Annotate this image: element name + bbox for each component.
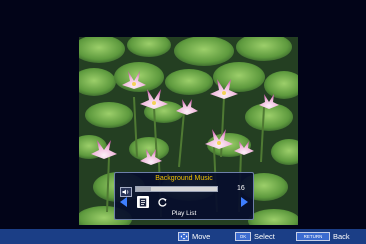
panel-title: Background Music bbox=[155, 175, 213, 182]
triangle-left-icon[interactable] bbox=[120, 197, 127, 207]
select-label: Select bbox=[254, 232, 275, 241]
background-music-panel: Background Music 16 Play List bbox=[114, 172, 254, 220]
select-hint: OK Select bbox=[235, 229, 275, 244]
return-key: RETURN bbox=[296, 232, 330, 241]
document-icon bbox=[139, 198, 147, 206]
back-label: Back bbox=[333, 232, 350, 241]
volume-value: 16 bbox=[237, 185, 245, 192]
play-list-button[interactable] bbox=[137, 196, 149, 208]
play-list-label: Play List bbox=[171, 210, 197, 217]
bottom-help-bar: Move OK Select RETURN Back bbox=[0, 229, 366, 244]
four-arrows-icon bbox=[178, 232, 189, 241]
ok-key: OK bbox=[235, 232, 251, 241]
move-label: Move bbox=[192, 232, 211, 241]
back-hint: RETURN Back bbox=[296, 229, 350, 244]
volume-control[interactable]: 16 bbox=[120, 184, 250, 197]
repeat-icon bbox=[157, 197, 167, 207]
volume-slider-fill bbox=[136, 187, 151, 191]
repeat-button[interactable] bbox=[156, 196, 168, 208]
triangle-right-icon[interactable] bbox=[241, 197, 248, 207]
speaker-icon bbox=[120, 184, 132, 197]
volume-slider[interactable] bbox=[135, 186, 218, 192]
panel-controls bbox=[115, 196, 253, 208]
move-hint: Move bbox=[178, 229, 210, 244]
